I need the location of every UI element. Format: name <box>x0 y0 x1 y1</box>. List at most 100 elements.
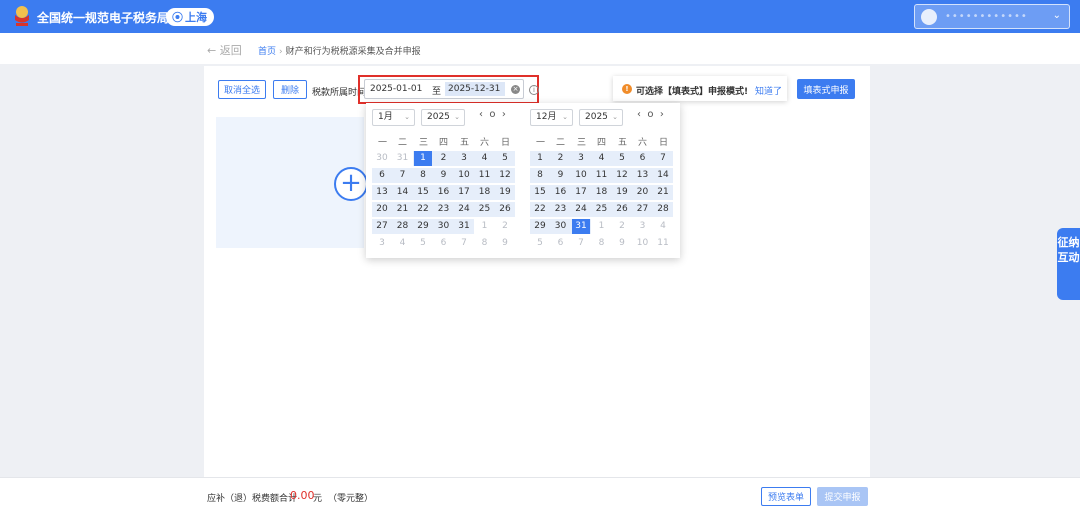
calendar-day[interactable]: 19 <box>496 185 514 200</box>
calendar-day[interactable]: 24 <box>572 202 590 217</box>
preview-form-button[interactable]: 预览表单 <box>761 487 811 506</box>
calendar-day[interactable]: 30 <box>552 219 570 234</box>
calendar-day[interactable]: 5 <box>496 151 514 166</box>
calendar-day[interactable]: 23 <box>552 202 570 217</box>
calendar-day[interactable]: 8 <box>531 168 549 183</box>
calendar-day[interactable]: 31 <box>394 151 412 166</box>
calendar-day[interactable]: 8 <box>476 236 494 251</box>
calendar-day[interactable]: 2 <box>496 219 514 234</box>
delete-button[interactable]: 删除 <box>273 80 307 99</box>
calendar-day[interactable]: 17 <box>572 185 590 200</box>
calendar-day[interactable]: 9 <box>496 236 514 251</box>
submit-declaration-button[interactable]: 提交申报 <box>817 487 868 506</box>
calendar-day[interactable]: 21 <box>654 185 672 200</box>
calendar-day[interactable]: 13 <box>373 185 391 200</box>
info-icon[interactable]: i <box>529 85 539 95</box>
calendar-day[interactable]: 22 <box>531 202 549 217</box>
prev-month-icon[interactable]: ‹ <box>637 109 641 120</box>
calendar-day[interactable]: 22 <box>414 202 432 217</box>
calendar-day[interactable]: 4 <box>593 151 611 166</box>
calendar-day[interactable]: 6 <box>634 151 652 166</box>
calendar-day[interactable]: 13 <box>634 168 652 183</box>
calendar-day[interactable]: 7 <box>654 151 672 166</box>
calendar-day[interactable]: 5 <box>531 236 549 251</box>
calendar-day[interactable]: 6 <box>552 236 570 251</box>
calendar-day[interactable]: 20 <box>373 202 391 217</box>
calendar-day[interactable]: 11 <box>654 236 672 251</box>
calendar-day[interactable]: 10 <box>455 168 473 183</box>
got-it-link[interactable]: 知道了 <box>755 84 782 97</box>
calendar-day[interactable]: 26 <box>613 202 631 217</box>
calendar-day[interactable]: 10 <box>634 236 652 251</box>
next-month-icon[interactable]: › <box>660 109 664 120</box>
region-selector[interactable]: ⦿ 上海 <box>166 8 214 26</box>
calendar-day[interactable]: 4 <box>394 236 412 251</box>
left-year-select[interactable]: 2025 ⌄ <box>421 109 465 126</box>
calendar-day[interactable]: 29 <box>414 219 432 234</box>
calendar-day[interactable]: 31 <box>455 219 473 234</box>
calendar-day[interactable]: 18 <box>476 185 494 200</box>
back-link[interactable]: ← 返回 <box>207 42 242 58</box>
calendar-day[interactable]: 12 <box>496 168 514 183</box>
today-icon[interactable]: o <box>489 109 495 120</box>
calendar-day[interactable]: 29 <box>531 219 549 234</box>
prev-month-icon[interactable]: ‹ <box>479 109 483 120</box>
calendar-day[interactable]: 27 <box>373 219 391 234</box>
calendar-day[interactable]: 27 <box>634 202 652 217</box>
calendar-day[interactable]: 28 <box>654 202 672 217</box>
calendar-day[interactable]: 23 <box>435 202 453 217</box>
calendar-day[interactable]: 8 <box>593 236 611 251</box>
calendar-day[interactable]: 10 <box>572 168 590 183</box>
calendar-day[interactable]: 25 <box>476 202 494 217</box>
calendar-day[interactable]: 2 <box>613 219 631 234</box>
calendar-day[interactable]: 3 <box>455 151 473 166</box>
calendar-day[interactable]: 30 <box>435 219 453 234</box>
calendar-day[interactable]: 5 <box>414 236 432 251</box>
calendar-day[interactable]: 15 <box>531 185 549 200</box>
calendar-day[interactable]: 14 <box>654 168 672 183</box>
calendar-day[interactable]: 1 <box>476 219 494 234</box>
calendar-day[interactable]: 15 <box>414 185 432 200</box>
calendar-day[interactable]: 9 <box>435 168 453 183</box>
calendar-day[interactable]: 2 <box>435 151 453 166</box>
calendar-day[interactable]: 26 <box>496 202 514 217</box>
plus-icon[interactable]: + <box>334 167 368 201</box>
calendar-day[interactable]: 24 <box>455 202 473 217</box>
calendar-day[interactable]: 18 <box>593 185 611 200</box>
calendar-day[interactable]: 11 <box>593 168 611 183</box>
calendar-day[interactable]: 17 <box>455 185 473 200</box>
calendar-day[interactable]: 1 <box>531 151 549 166</box>
calendar-day[interactable]: 25 <box>593 202 611 217</box>
right-month-select[interactable]: 12月 ⌄ <box>530 109 573 126</box>
calendar-day[interactable]: 4 <box>476 151 494 166</box>
calendar-day[interactable]: 6 <box>373 168 391 183</box>
user-menu[interactable]: •••••••••••• ⌄ <box>914 4 1070 29</box>
calendar-day[interactable]: 21 <box>394 202 412 217</box>
next-month-icon[interactable]: › <box>502 109 506 120</box>
left-month-select[interactable]: 1月 ⌄ <box>372 109 415 126</box>
calendar-day[interactable]: 7 <box>455 236 473 251</box>
calendar-day[interactable]: 16 <box>435 185 453 200</box>
calendar-day[interactable]: 8 <box>414 168 432 183</box>
calendar-day[interactable]: 3 <box>634 219 652 234</box>
calendar-day[interactable]: 14 <box>394 185 412 200</box>
calendar-day[interactable]: 16 <box>552 185 570 200</box>
breadcrumb-home[interactable]: 首页 <box>258 47 276 57</box>
cancel-all-button[interactable]: 取消全选 <box>218 80 266 99</box>
calendar-day[interactable]: 5 <box>613 151 631 166</box>
calendar-day[interactable]: 12 <box>613 168 631 183</box>
calendar-day[interactable]: 28 <box>394 219 412 234</box>
calendar-day[interactable]: 7 <box>394 168 412 183</box>
calendar-day[interactable]: 9 <box>613 236 631 251</box>
calendar-day[interactable]: 9 <box>552 168 570 183</box>
interaction-side-tab[interactable]: 征纳互动 <box>1057 228 1080 300</box>
calendar-day[interactable]: 3 <box>572 151 590 166</box>
calendar-day[interactable]: 3 <box>373 236 391 251</box>
calendar-day[interactable]: 6 <box>435 236 453 251</box>
calendar-day[interactable]: 11 <box>476 168 494 183</box>
calendar-day[interactable]: 31 <box>572 219 590 234</box>
calendar-day[interactable]: 30 <box>373 151 391 166</box>
today-icon[interactable]: o <box>647 109 653 120</box>
calendar-day[interactable]: 4 <box>654 219 672 234</box>
fill-mode-button[interactable]: 填表式申报 <box>797 79 855 99</box>
